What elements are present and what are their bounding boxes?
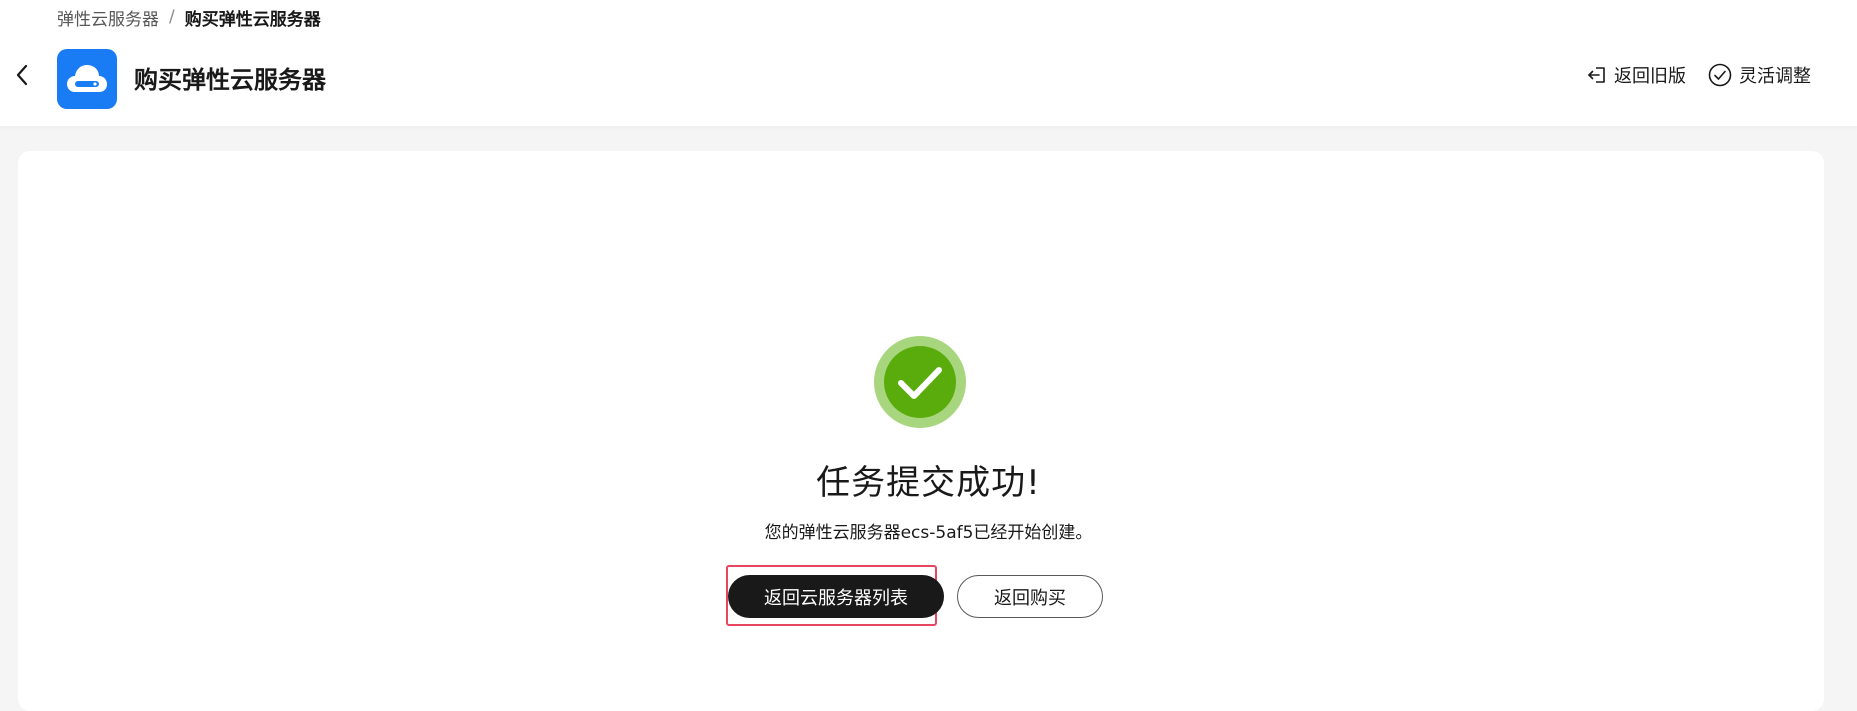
page-header: 弹性云服务器 / 购买弹性云服务器 购买弹性云服务器 返回旧版 灵活调整 [0, 0, 1857, 126]
exit-icon [1588, 67, 1605, 83]
back-button[interactable] [10, 60, 34, 90]
breadcrumb-parent[interactable]: 弹性云服务器 [57, 5, 159, 30]
success-check-icon [857, 319, 983, 445]
return-old-version-label: 返回旧版 [1614, 66, 1686, 87]
return-old-version-button[interactable]: 返回旧版 [1587, 62, 1686, 88]
flexible-adjust-label: 灵活调整 [1739, 66, 1811, 87]
check-circle-icon [1708, 63, 1732, 87]
return-purchase-button[interactable]: 返回购买 [957, 575, 1103, 618]
breadcrumb: 弹性云服务器 / 购买弹性云服务器 [57, 4, 321, 30]
cloud-server-logo [57, 49, 117, 109]
page-title: 购买弹性云服务器 [134, 66, 326, 94]
breadcrumb-separator: / [169, 7, 175, 27]
cloud-server-icon [67, 65, 107, 92]
breadcrumb-current: 购买弹性云服务器 [184, 9, 321, 30]
flexible-adjust-button[interactable]: 灵活调整 [1708, 62, 1811, 88]
header-actions: 返回旧版 灵活调整 [1587, 62, 1811, 88]
result-description: 您的弹性云服务器ecs-5af5已经开始创建。 [764, 523, 1093, 543]
result-title: 任务提交成功! [816, 463, 1041, 503]
chevron-left-icon [16, 64, 28, 86]
return-server-list-button[interactable]: 返回云服务器列表 [728, 575, 944, 618]
